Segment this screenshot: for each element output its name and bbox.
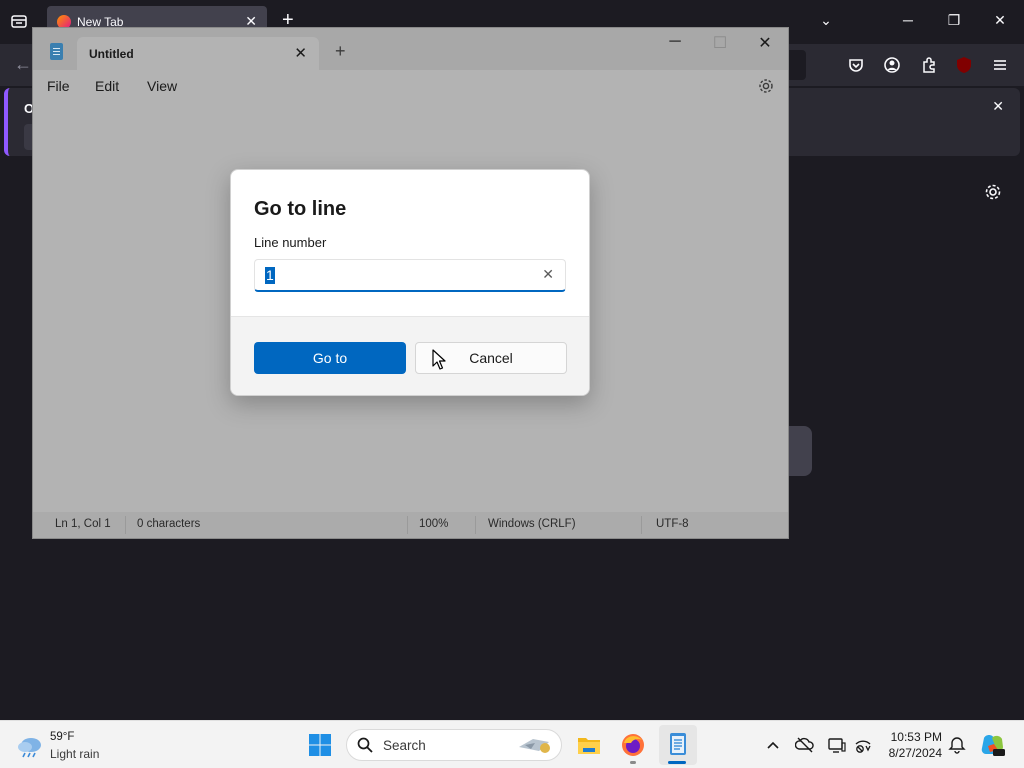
settings-gear-icon[interactable] bbox=[757, 77, 775, 95]
line-number-value: 1 bbox=[265, 267, 275, 284]
chevron-up-icon[interactable] bbox=[763, 735, 783, 755]
firefox-taskbar-icon[interactable] bbox=[619, 731, 647, 759]
close-notification-icon[interactable]: ✕ bbox=[992, 98, 1004, 115]
ublock-icon[interactable] bbox=[955, 56, 973, 74]
display-icon[interactable] bbox=[827, 735, 847, 755]
account-icon[interactable] bbox=[883, 56, 901, 74]
back-arrow-icon[interactable]: ← bbox=[14, 54, 32, 75]
hamburger-menu-icon[interactable] bbox=[991, 56, 1009, 74]
menu-view[interactable]: View bbox=[147, 78, 177, 94]
status-line-ending: Windows (CRLF) bbox=[488, 518, 576, 530]
notepad-taskbar-icon[interactable] bbox=[664, 730, 692, 758]
status-divider bbox=[407, 516, 408, 534]
status-position: Ln 1, Col 1 bbox=[55, 518, 111, 530]
notepad-menu-bar: File Edit View bbox=[33, 70, 788, 102]
windows-start-icon[interactable] bbox=[308, 733, 332, 757]
close-window-icon[interactable]: ✕ bbox=[753, 33, 777, 53]
newtab-settings-gear-icon[interactable] bbox=[983, 182, 1003, 202]
notepad-app-icon bbox=[50, 43, 63, 60]
file-explorer-icon[interactable] bbox=[575, 731, 603, 759]
line-number-label: Line number bbox=[254, 235, 327, 250]
dialog-title: Go to line bbox=[254, 198, 347, 220]
dialog-footer: Go to Cancel bbox=[231, 316, 589, 395]
notepad-title-bar: Untitled ✕ + ─ ☐ ✕ bbox=[33, 28, 788, 70]
pocket-icon[interactable] bbox=[847, 56, 865, 74]
clear-input-icon[interactable]: ✕ bbox=[542, 266, 554, 283]
search-highlight-icon bbox=[519, 739, 550, 753]
weather-condition: Light rain bbox=[50, 747, 100, 761]
status-divider bbox=[641, 516, 642, 534]
mouse-cursor-icon bbox=[432, 349, 446, 370]
onedrive-offline-icon[interactable] bbox=[795, 735, 815, 755]
maximize-icon[interactable]: ☐ bbox=[708, 33, 732, 53]
list-all-tabs-icon[interactable] bbox=[10, 12, 28, 30]
minimize-icon[interactable]: ─ bbox=[663, 33, 687, 51]
status-divider bbox=[125, 516, 126, 534]
go-to-line-dialog: Go to line Line number 1 ✕ Go to Cancel bbox=[230, 169, 590, 396]
clock-date: 8/27/2024 bbox=[888, 746, 942, 760]
network-disconnected-icon[interactable] bbox=[853, 735, 873, 755]
search-placeholder: Search bbox=[383, 738, 426, 753]
status-divider bbox=[475, 516, 476, 534]
close-window-icon[interactable]: ✕ bbox=[990, 12, 1010, 29]
restore-icon[interactable]: ❐ bbox=[944, 12, 964, 29]
notepad-tab[interactable]: Untitled ✕ bbox=[77, 37, 319, 70]
taskbar: 59°F Light rain Search 10:53 PM 8/27/202… bbox=[0, 720, 1024, 768]
weather-widget[interactable]: 59°F Light rain bbox=[16, 731, 116, 763]
menu-file[interactable]: File bbox=[47, 78, 70, 94]
rain-cloud-icon bbox=[18, 738, 41, 758]
notepad-active-indicator bbox=[668, 761, 686, 764]
status-zoom: 100% bbox=[419, 518, 449, 530]
go-to-button[interactable]: Go to bbox=[254, 342, 406, 374]
new-tab-button[interactable]: + bbox=[335, 41, 346, 62]
status-encoding: UTF-8 bbox=[656, 518, 689, 530]
taskbar-clock[interactable]: 10:53 PM 8/27/2024 bbox=[880, 729, 942, 761]
firefox-running-indicator bbox=[630, 761, 636, 764]
extensions-icon[interactable] bbox=[920, 56, 938, 74]
search-icon bbox=[357, 737, 373, 753]
copilot-icon[interactable] bbox=[980, 732, 1006, 758]
notification-bell-icon[interactable] bbox=[947, 735, 967, 755]
weather-temperature: 59°F bbox=[50, 731, 75, 743]
close-tab-icon[interactable]: ✕ bbox=[294, 44, 307, 62]
status-characters: 0 characters bbox=[137, 518, 201, 530]
status-bar: Ln 1, Col 1 0 characters 100% Windows (C… bbox=[33, 512, 788, 538]
notepad-tab-title: Untitled bbox=[89, 47, 134, 61]
line-number-input[interactable]: 1 ✕ bbox=[254, 259, 566, 292]
minimize-icon[interactable]: ─ bbox=[898, 12, 918, 28]
chevron-down-icon[interactable]: ⌄ bbox=[816, 12, 836, 29]
taskbar-search-box[interactable]: Search bbox=[346, 729, 562, 761]
clock-time: 10:53 PM bbox=[890, 730, 942, 744]
menu-edit[interactable]: Edit bbox=[95, 78, 119, 94]
